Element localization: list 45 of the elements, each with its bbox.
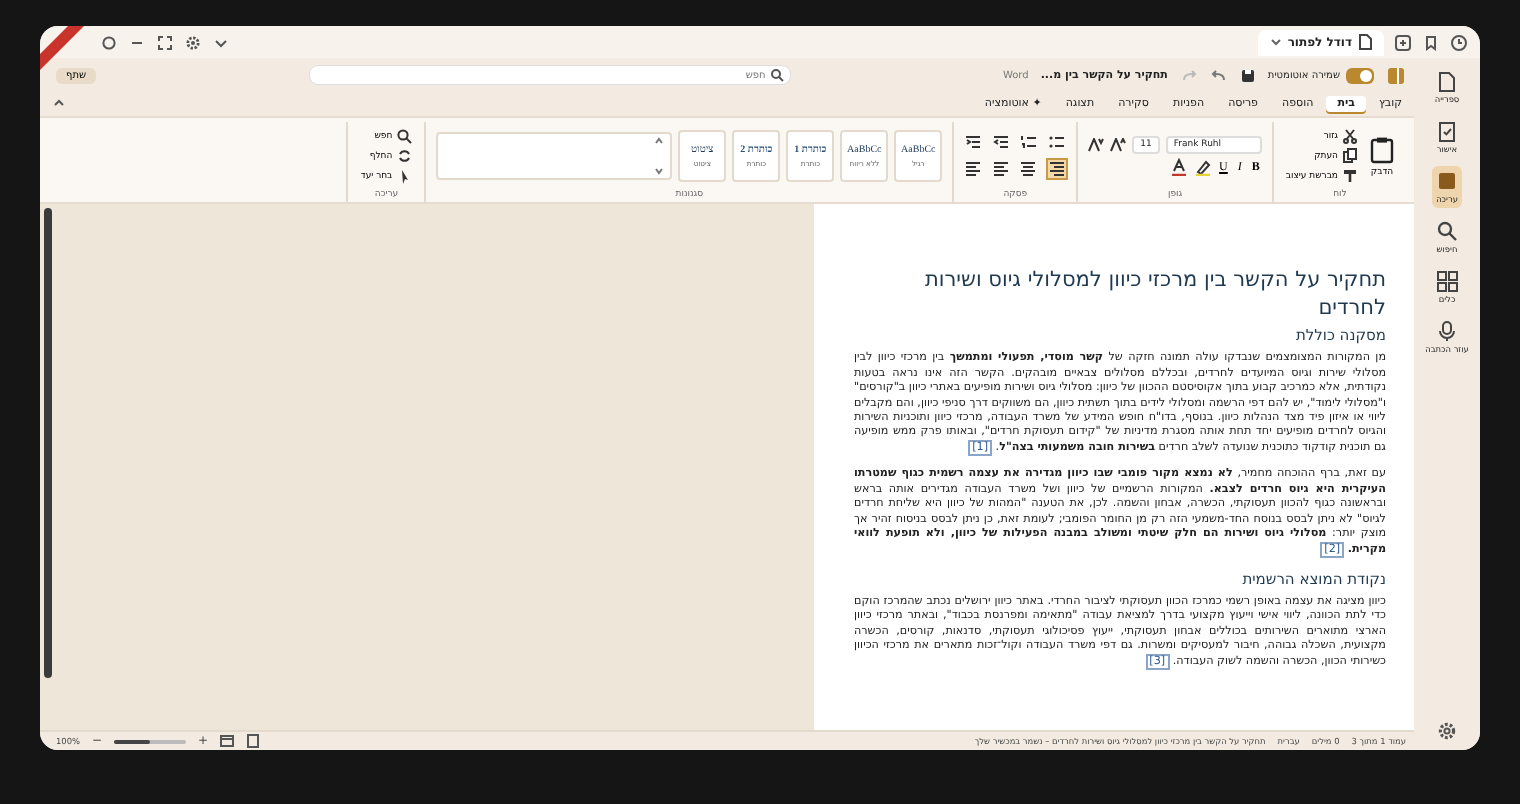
chevron-down-icon[interactable]	[1269, 36, 1282, 48]
settings-icon[interactable]	[1436, 720, 1458, 742]
align-left-icon[interactable]	[992, 160, 1011, 178]
print-layout-icon[interactable]	[246, 734, 261, 748]
search-icon	[396, 128, 413, 144]
document-icon	[1436, 70, 1458, 92]
undo-icon[interactable]	[1209, 67, 1228, 83]
sidebar-icon[interactable]	[1386, 65, 1406, 85]
cursor-icon	[396, 168, 413, 184]
square-icon	[1436, 170, 1458, 192]
collapse-icon[interactable]	[52, 96, 66, 110]
bullets-icon[interactable]	[1048, 134, 1067, 152]
copy-icon	[1342, 148, 1358, 164]
clipboard-icon	[1370, 135, 1394, 163]
shrink-font-icon[interactable]	[1088, 138, 1105, 152]
scroll-down-icon[interactable]	[654, 166, 665, 176]
scrollbar[interactable]	[44, 208, 52, 678]
new-tab-icon[interactable]	[1394, 33, 1412, 51]
document-title: תחקיר על הקשר בין מרכזי כיוון למסלולי גיוס ושירות לחרדים	[922, 268, 1386, 323]
highlighter-icon[interactable]	[1193, 158, 1212, 176]
numbering-icon[interactable]	[1020, 134, 1039, 152]
document-icon	[1358, 34, 1372, 50]
maximize-icon[interactable]	[156, 33, 174, 51]
indent-icon[interactable]	[964, 134, 983, 152]
justify-icon[interactable]	[964, 160, 983, 178]
search-icon	[1436, 220, 1458, 242]
microphone-icon	[1436, 320, 1459, 342]
search-icon	[769, 68, 784, 82]
replace-icon	[396, 148, 413, 164]
font-color-icon[interactable]	[1169, 158, 1188, 176]
grow-font-icon[interactable]	[1110, 138, 1127, 152]
bookmark-icon[interactable]	[1422, 33, 1440, 51]
align-center-icon[interactable]	[1020, 160, 1039, 178]
history-icon[interactable]	[1450, 33, 1468, 51]
autosave-toggle[interactable]	[1346, 67, 1374, 83]
scissors-icon	[1342, 128, 1358, 144]
settings-icon[interactable]	[184, 33, 202, 51]
grid-icon	[1436, 270, 1458, 292]
align-right-icon[interactable]	[1048, 160, 1067, 178]
web-layout-icon[interactable]	[220, 734, 235, 748]
checklist-icon	[1436, 120, 1458, 142]
scroll-up-icon[interactable]	[654, 136, 665, 146]
brush-icon	[1342, 168, 1358, 184]
save-icon[interactable]	[1239, 67, 1256, 83]
outdent-icon[interactable]	[992, 134, 1011, 152]
